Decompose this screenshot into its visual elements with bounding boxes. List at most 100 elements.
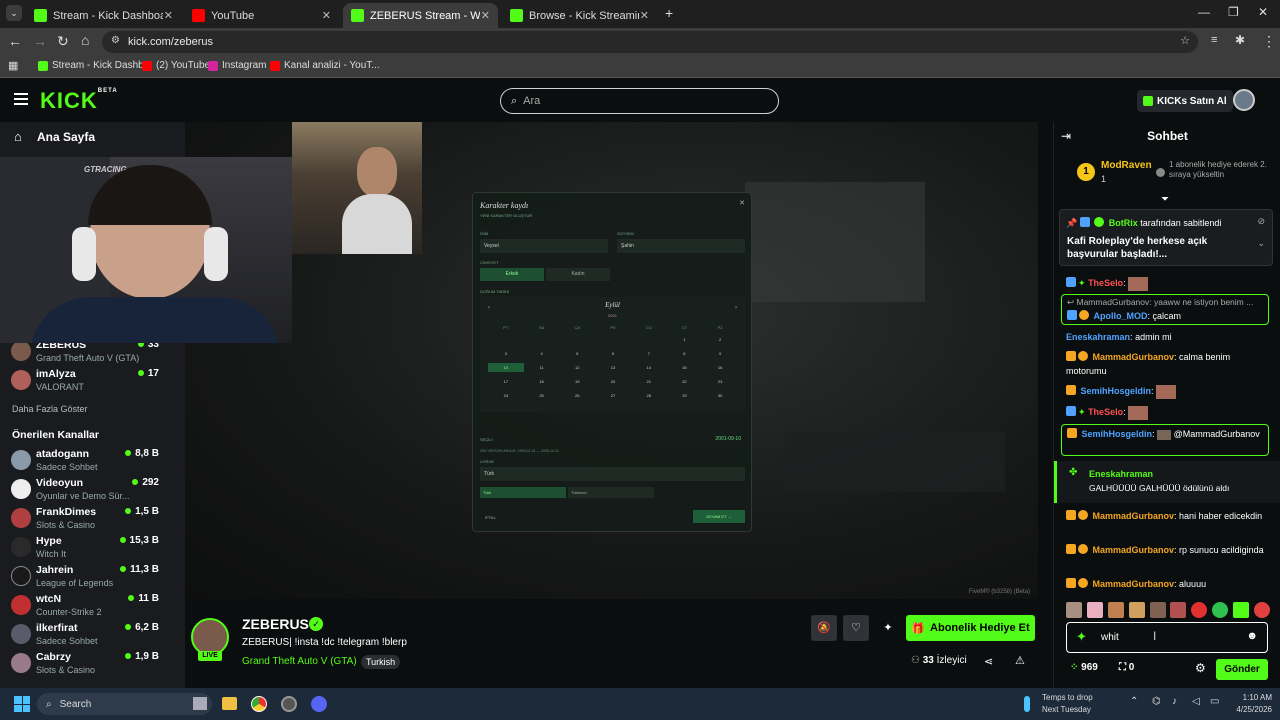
calendar-day[interactable]: 12 [559, 363, 595, 372]
chevron-down-icon[interactable]: ⌄ [1257, 238, 1265, 249]
chat-username[interactable]: TheSelo [1088, 278, 1123, 288]
recommended-channel[interactable]: Videoyun Oyunlar ve Demo Sür... 292 [11, 477, 181, 505]
nationality-option[interactable]: Türk [480, 487, 566, 498]
calendar-day[interactable]: 29 [667, 391, 703, 400]
chat-settings-icon[interactable]: ⚙ [1195, 661, 1206, 675]
send-button[interactable]: Gönder [1216, 659, 1268, 680]
top-gifter-name[interactable]: ModRaven [1101, 160, 1152, 171]
chat-username[interactable]: MammadGurbanov [1093, 352, 1175, 362]
close-icon[interactable]: ✕ [322, 9, 331, 22]
recommended-channel[interactable]: FrankDimes Slots & Casino 1,5 B [11, 506, 181, 534]
gender-female-option[interactable]: Kadın [546, 268, 610, 281]
reload-icon[interactable]: ↻ [57, 33, 69, 50]
calendar-day[interactable]: 30 [702, 391, 738, 400]
bookmark-2[interactable]: Instagram [208, 60, 266, 71]
calendar-day[interactable]: 21 [631, 377, 667, 386]
volume-icon[interactable]: ◁ [1192, 696, 1200, 707]
kick-logo[interactable]: KICKBETA [40, 88, 118, 114]
home-link[interactable]: Ana Sayfa [37, 130, 95, 144]
bookmark-0[interactable]: Stream - Kick Dashb... [38, 60, 152, 71]
back-icon[interactable]: ← [8, 33, 22, 49]
home-icon[interactable]: ⌂ [14, 129, 22, 144]
calendar-day[interactable]: 20 [595, 377, 631, 386]
dialog-close-icon[interactable]: ✕ [739, 199, 745, 207]
emote-icon[interactable] [1086, 602, 1103, 618]
browser-tab-0[interactable]: Stream - Kick Dashboard ✕ [26, 3, 181, 28]
gender-male-option[interactable]: Erkek [480, 268, 544, 281]
calendar-day[interactable]: 7 [631, 349, 667, 358]
recommended-channel[interactable]: Cabrzy Slots & Casino 1,9 B [11, 651, 181, 679]
calendar-day[interactable]: 1 [667, 335, 703, 344]
emote-icon[interactable] [1170, 602, 1187, 618]
emote-icon[interactable] [1233, 602, 1249, 618]
clock-time[interactable]: 1:10 AM [1228, 693, 1272, 702]
forward-icon[interactable]: → [33, 33, 47, 49]
emote-icon[interactable] [1253, 602, 1270, 618]
chat-username[interactable]: MammadGurbanov [1093, 511, 1175, 521]
browser-tab-1[interactable]: YouTube ✕ [184, 3, 339, 28]
nationality-option[interactable]: Türkmen [568, 487, 654, 498]
home-icon[interactable]: ⌂ [81, 32, 89, 48]
bookmark-3[interactable]: Kanal analizi - YouT... [270, 60, 380, 71]
site-info-icon[interactable]: ⚙ [111, 35, 120, 46]
close-icon[interactable]: ✕ [164, 9, 173, 22]
emote-icon[interactable] [1107, 602, 1124, 618]
task-view-icon[interactable] [193, 697, 207, 710]
show-more-link[interactable]: Daha Fazla Göster [12, 404, 88, 414]
unpin-icon[interactable]: ⊘ [1257, 216, 1265, 227]
minimize-icon[interactable]: — [1198, 5, 1210, 19]
chrome-icon[interactable] [251, 696, 267, 712]
emote-icon[interactable] [1191, 602, 1208, 618]
apps-grid-icon[interactable]: ▦ [8, 59, 18, 72]
url-field[interactable]: ⚙ kick.com/zeberus ☆ [102, 31, 1198, 53]
following-channel-imalyza[interactable]: imAlyza VALORANT 17 [11, 368, 181, 396]
channel-points[interactable]: ⁘ 969 [1070, 662, 1098, 673]
app-icon[interactable] [281, 696, 297, 712]
stream-category-link[interactable]: Grand Theft Auto V (GTA) [242, 656, 357, 667]
sparkle-icon[interactable]: ✦ [1076, 629, 1087, 645]
bookmark-1[interactable]: (2) YouTube [142, 60, 210, 71]
pinned-message[interactable]: 📌 BotRix tarafından sabitlendi ⊘ ⌄ Kafi … [1059, 209, 1273, 266]
follow-heart-icon[interactable]: ♡ [843, 615, 869, 641]
calendar-day[interactable]: 28 [631, 391, 667, 400]
continue-button[interactable]: DEVAM ET → [693, 510, 745, 523]
calendar-day[interactable]: 18 [524, 377, 560, 386]
calendar-day[interactable]: 15 [667, 363, 703, 372]
calendar-day[interactable]: 3 [488, 349, 524, 358]
calendar-day[interactable]: 4 [524, 349, 560, 358]
calendar-day[interactable]: 22 [667, 377, 703, 386]
windows-start-icon[interactable] [14, 696, 30, 712]
tray-overflow-icon[interactable]: ⌃ [1130, 696, 1138, 707]
window-close-icon[interactable]: ✕ [1258, 5, 1268, 19]
emote-icon[interactable] [1212, 602, 1229, 618]
buy-kicks-button[interactable]: KICKs Satın Al [1137, 90, 1233, 112]
search-input[interactable]: ⌕ Ara [500, 88, 779, 114]
calendar-day[interactable]: 19 [559, 377, 595, 386]
emote-icon[interactable] [1128, 602, 1145, 618]
chat-username[interactable]: SemihHosgeldin [1081, 386, 1152, 396]
browser-tab-3[interactable]: Browse - Kick Streaming ✕ [502, 3, 657, 28]
sparkle-icon[interactable]: ✦ [875, 615, 901, 641]
battery-icon[interactable]: ▭ [1210, 696, 1219, 707]
recommended-channel[interactable]: Jahrein League of Legends 11,3 B [11, 564, 181, 592]
language-tag[interactable]: Turkish [361, 655, 401, 669]
chat-username[interactable]: SemihHosgeldin [1082, 429, 1153, 439]
chat-username[interactable]: Eneskahraman [1066, 332, 1130, 342]
close-icon[interactable]: ✕ [481, 9, 490, 22]
calendar-day[interactable]: 16 [702, 363, 738, 372]
tab-search-icon[interactable]: ⌄ [6, 5, 22, 21]
report-icon[interactable]: ⚠ [1015, 654, 1025, 667]
chat-input[interactable]: ✦ whit I ☻ [1066, 622, 1268, 653]
recommended-channel[interactable]: atadogann Sadece Sohbet 8,8 B [11, 448, 181, 476]
chat-username[interactable]: MammadGurbanov [1093, 579, 1175, 589]
menu-icon[interactable]: ⋮ [1262, 33, 1276, 50]
calendar-day[interactable]: 17 [488, 377, 524, 386]
calendar-day[interactable]: 26 [559, 391, 595, 400]
calendar-day[interactable]: 2 [702, 335, 738, 344]
weather-text[interactable]: Temps to drop [1042, 693, 1093, 702]
gift-subscription-button[interactable]: 🎁 Abonelik Hediye Et [906, 615, 1035, 641]
items-counter[interactable]: ⛶ 0 [1119, 662, 1134, 673]
media-control-icon[interactable]: ≡ [1211, 34, 1217, 46]
calendar-day[interactable]: 11 [524, 363, 560, 372]
calendar-day[interactable]: 9 [702, 349, 738, 358]
